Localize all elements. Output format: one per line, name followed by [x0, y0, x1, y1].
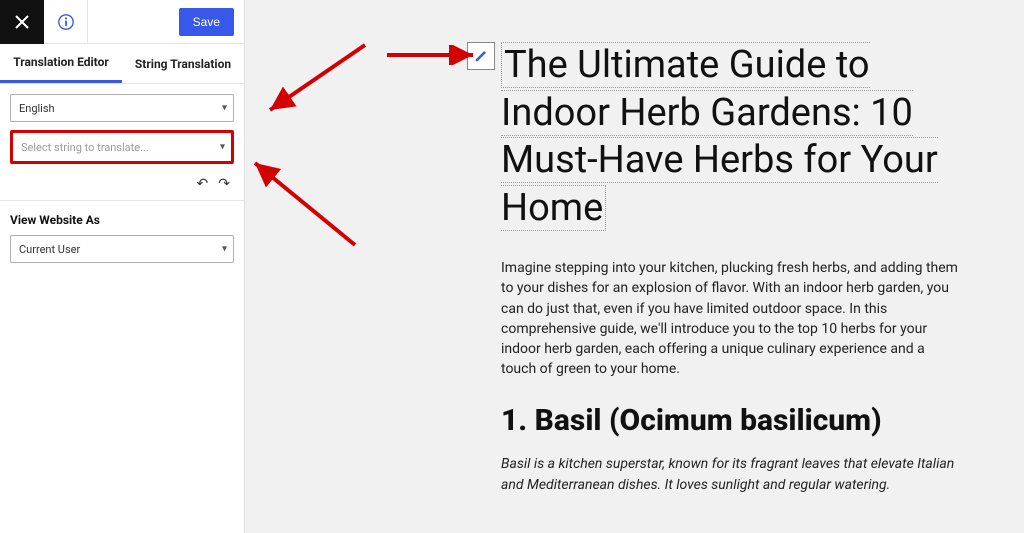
info-button[interactable] — [44, 0, 88, 44]
content-preview: The Ultimate Guide to Indoor Herb Garden… — [245, 0, 1024, 533]
close-icon — [14, 14, 30, 30]
tab-string-translation[interactable]: String Translation — [122, 44, 244, 83]
annotation-arrow — [255, 35, 375, 125]
sidebar: Save Translation Editor String Translati… — [0, 0, 245, 533]
chevron-down-icon: ▾ — [220, 142, 225, 153]
language-select-value: English — [19, 102, 55, 115]
article-heading-1: 1. Basil (Ocimum basilicum) — [501, 404, 961, 439]
save-button[interactable]: Save — [179, 8, 234, 36]
undo-redo-bar: ↶ ↷ — [10, 172, 234, 200]
edit-badge[interactable] — [467, 42, 495, 70]
view-as-label: View Website As — [10, 213, 234, 227]
string-select-placeholder: Select string to translate... — [21, 141, 149, 154]
chevron-down-icon: ▾ — [222, 103, 227, 114]
tabs: Translation Editor String Translation — [0, 44, 244, 84]
view-as-select[interactable]: Current User ▾ — [10, 235, 234, 263]
topbar: Save — [0, 0, 244, 44]
string-select[interactable]: Select string to translate... ▾ — [10, 130, 234, 164]
article-desc-1: Basil is a kitchen superstar, known for … — [501, 454, 961, 495]
divider — [0, 200, 244, 201]
pencil-icon — [474, 49, 488, 63]
title-text[interactable]: The Ultimate Guide to Indoor Herb Garden… — [501, 42, 938, 231]
article-intro: Imagine stepping into your kitchen, pluc… — [501, 258, 961, 380]
redo-button[interactable]: ↷ — [218, 176, 230, 192]
view-as-value: Current User — [19, 243, 80, 256]
info-icon — [57, 13, 75, 31]
tab-translation-editor[interactable]: Translation Editor — [0, 44, 122, 83]
undo-button[interactable]: ↶ — [197, 176, 209, 192]
language-select[interactable]: English ▾ — [10, 94, 234, 122]
annotation-arrow — [245, 145, 365, 255]
article-title: The Ultimate Guide to Indoor Herb Garden… — [501, 42, 961, 232]
article: The Ultimate Guide to Indoor Herb Garden… — [501, 42, 961, 495]
close-button[interactable] — [0, 0, 44, 44]
chevron-down-icon: ▾ — [222, 244, 227, 255]
